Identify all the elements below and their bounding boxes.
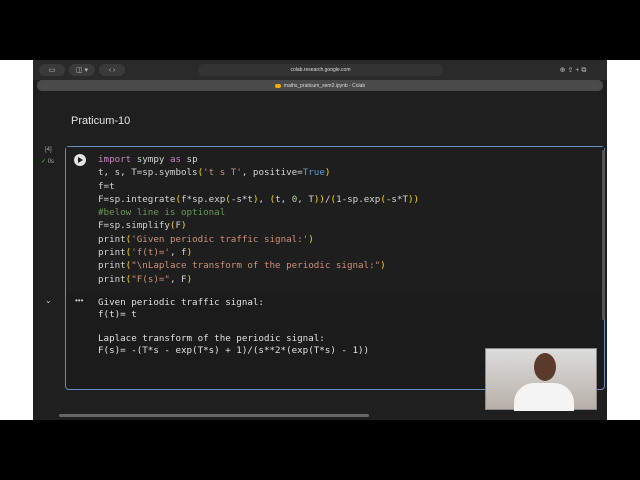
output-line: F(s)= -(T*s - exp(T*s) + 1)/(s**2*(exp(T… bbox=[98, 345, 370, 356]
output-line: Given periodic traffic signal: bbox=[98, 297, 264, 308]
browser-tab[interactable]: maths_praticum_sem2.ipynb - Colab bbox=[37, 80, 603, 91]
code-token: ) bbox=[186, 247, 193, 259]
person-head bbox=[534, 353, 556, 381]
code-token: sympy bbox=[131, 154, 170, 165]
webcam-overlay bbox=[485, 348, 597, 411]
cell-output: Given periodic traffic signal: f(t)= t Lap… bbox=[98, 297, 369, 357]
person-body bbox=[514, 383, 574, 411]
code-line: f=t bbox=[98, 180, 419, 193]
code-token: f=t bbox=[98, 180, 115, 192]
code-line: t, s, T=sp.symbols('t s T', positive=Tru… bbox=[98, 166, 419, 179]
left-margin bbox=[0, 60, 33, 420]
code-lines[interactable]: import sympy as sp t, s, T=sp.symbols('t … bbox=[98, 153, 419, 286]
code-token: , bbox=[258, 193, 270, 205]
code-token: True bbox=[302, 167, 325, 179]
tab-overview-button[interactable]: ◫ ▾ bbox=[69, 64, 95, 76]
code-token: F=sp.integrate bbox=[98, 193, 176, 205]
code-token: t, bbox=[275, 193, 292, 205]
colab-logo-icon bbox=[274, 83, 281, 88]
code-token: , positive= bbox=[241, 167, 303, 179]
code-token: ) bbox=[308, 233, 314, 245]
output-menu-button[interactable]: ••• bbox=[75, 296, 83, 305]
code-token: print bbox=[98, 233, 126, 245]
address-bar[interactable]: colab.research.google.com bbox=[198, 64, 443, 76]
code-line: F=sp.simplify(F) bbox=[98, 219, 419, 232]
vertical-scrollbar[interactable] bbox=[602, 150, 605, 320]
code-editor[interactable]: import sympy as sp t, s, T=sp.symbols('t … bbox=[66, 147, 604, 292]
run-cell-button[interactable] bbox=[74, 154, 86, 166]
code-token: , F bbox=[169, 273, 187, 285]
code-token: "\nLaplace transform of the periodic sig… bbox=[131, 260, 381, 272]
output-line: Laplace transform of the periodic signal… bbox=[98, 333, 325, 344]
code-token: 't s T' bbox=[203, 167, 242, 179]
code-token: as bbox=[169, 154, 182, 165]
code-token: -s*t bbox=[230, 193, 253, 205]
code-token: , T bbox=[297, 193, 314, 205]
browser-toolbar: ▭ ◫ ▾ ‹ › colab.research.google.com ⊕ ⇪ … bbox=[33, 60, 607, 80]
code-token: ) bbox=[186, 273, 193, 285]
execution-time: ✓ 0s bbox=[41, 159, 55, 165]
sidebar-toggle-button[interactable]: ▭ bbox=[39, 64, 65, 76]
execution-count: [4] bbox=[45, 147, 52, 153]
code-line: import sympy as sp bbox=[98, 153, 419, 166]
code-line: print('f(t)=', f) bbox=[98, 246, 419, 259]
code-token: 'Given periodic traffic signal:' bbox=[131, 233, 309, 245]
code-line: print("\nLaplace transform of the period… bbox=[98, 259, 419, 272]
code-token: -s*T bbox=[385, 193, 409, 205]
collapse-output-chevron-icon[interactable]: ⌄ bbox=[45, 296, 52, 305]
code-token: sp bbox=[181, 154, 198, 165]
code-line: print("F(s)=", F) bbox=[98, 273, 419, 286]
horizontal-scrollbar[interactable] bbox=[59, 414, 369, 417]
check-icon: ✓ bbox=[41, 159, 47, 165]
code-token: print bbox=[98, 260, 126, 272]
toolbar-actions[interactable]: ⊕ ⇪ + ⧉ bbox=[545, 64, 601, 76]
code-token: 1-sp.exp bbox=[336, 193, 381, 205]
code-token: t, s, T=sp.symbols bbox=[98, 167, 198, 179]
code-token: print bbox=[98, 273, 126, 285]
code-token: ) bbox=[380, 260, 386, 272]
code-line: print('Given periodic traffic signal:') bbox=[98, 233, 419, 246]
code-token: f*sp.exp bbox=[181, 193, 226, 205]
code-token: )) bbox=[313, 193, 325, 205]
code-line: F=sp.integrate(f*sp.exp(-s*t), (t, 0, T)… bbox=[98, 193, 419, 206]
code-token: #below line is optional bbox=[98, 207, 226, 219]
code-token: F=sp.simplify bbox=[98, 220, 170, 232]
code-token: ) bbox=[324, 167, 331, 179]
code-token: 'f(t)=' bbox=[131, 247, 170, 259]
section-heading: Praticum-10 bbox=[71, 115, 131, 127]
output-line: f(t)= t bbox=[98, 309, 137, 320]
code-token: ) bbox=[181, 220, 187, 232]
code-token: print bbox=[98, 247, 126, 259]
code-token: )) bbox=[408, 193, 420, 205]
code-token: "F(s)=" bbox=[131, 273, 170, 285]
code-line: #below line is optional bbox=[98, 206, 419, 219]
code-token: , f bbox=[169, 247, 187, 259]
back-forward-buttons[interactable]: ‹ › bbox=[99, 64, 125, 76]
code-token: import bbox=[98, 154, 132, 165]
right-margin bbox=[607, 60, 640, 420]
